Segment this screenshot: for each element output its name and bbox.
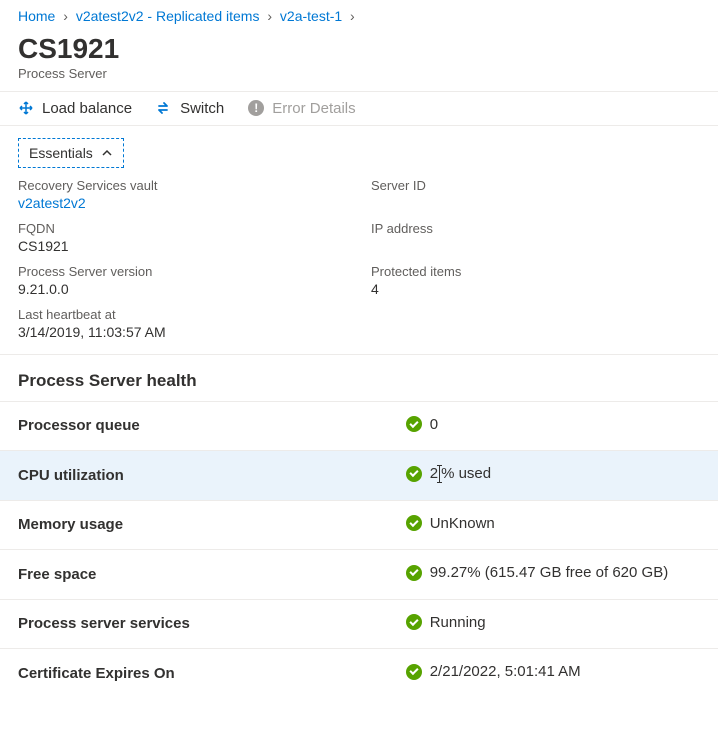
- health-value: 0: [388, 401, 718, 451]
- essentials-label: IP address: [371, 221, 700, 236]
- health-row-services: Process server services Running: [0, 599, 718, 649]
- health-value: 99.27% (615.47 GB free of 620 GB): [388, 550, 718, 600]
- error-details-button: ! Error Details: [248, 100, 355, 117]
- essentials-item-version: Process Server version 9.21.0.0: [18, 264, 347, 297]
- health-key: Memory usage: [0, 500, 388, 550]
- health-key: Free space: [0, 550, 388, 600]
- breadcrumb: Home › v2atest2v2 - Replicated items › v…: [0, 0, 718, 28]
- health-value-text: 2/21/2022, 5:01:41 AM: [430, 663, 581, 680]
- health-value: Running: [388, 599, 718, 649]
- essentials-label: Recovery Services vault: [18, 178, 347, 193]
- health-value-text: 2% used: [430, 465, 491, 482]
- essentials-label: Essentials: [29, 145, 93, 161]
- load-balance-label: Load balance: [42, 100, 132, 117]
- error-details-label: Error Details: [272, 100, 355, 117]
- command-bar: Load balance Switch ! Error Details: [0, 91, 718, 126]
- health-value: UnKnown: [388, 500, 718, 550]
- essentials-item-heartbeat: Last heartbeat at 3/14/2019, 11:03:57 AM: [18, 307, 347, 340]
- essentials-value: CS1921: [18, 238, 347, 254]
- page-title: CS1921: [18, 32, 700, 66]
- text-cursor-icon: [439, 466, 440, 482]
- health-key: CPU utilization: [0, 451, 388, 501]
- check-icon: [406, 614, 422, 630]
- essentials-label: FQDN: [18, 221, 347, 236]
- essentials-toggle[interactable]: Essentials: [18, 138, 124, 168]
- essentials-label: Process Server version: [18, 264, 347, 279]
- breadcrumb-link-item[interactable]: v2a-test-1: [280, 8, 342, 24]
- chevron-right-icon: ›: [63, 8, 68, 24]
- essentials-item-fqdn: FQDN CS1921: [18, 221, 347, 254]
- breadcrumb-link-vault[interactable]: v2atest2v2 - Replicated items: [76, 8, 260, 24]
- chevron-right-icon: ›: [350, 8, 355, 24]
- essentials-item-ip: IP address: [371, 221, 700, 254]
- switch-button[interactable]: Switch: [156, 100, 224, 117]
- switch-icon: [156, 100, 172, 116]
- health-value: 2% used: [388, 451, 718, 501]
- health-row-cert-expires: Certificate Expires On 2/21/2022, 5:01:4…: [0, 649, 718, 698]
- essentials-item-serverid: Server ID: [371, 178, 700, 211]
- check-icon: [406, 466, 422, 482]
- essentials-panel: Recovery Services vault v2atest2v2 Serve…: [0, 178, 718, 355]
- health-value-text: Running: [430, 614, 486, 631]
- health-heading: Process Server health: [0, 355, 718, 401]
- essentials-label: Protected items: [371, 264, 700, 279]
- check-icon: [406, 416, 422, 432]
- switch-label: Switch: [180, 100, 224, 117]
- essentials-value: 3/14/2019, 11:03:57 AM: [18, 324, 347, 340]
- title-area: CS1921 Process Server: [0, 28, 718, 91]
- check-icon: [406, 664, 422, 680]
- health-row-cpu: CPU utilization 2% used: [0, 451, 718, 501]
- health-value-text: 99.27% (615.47 GB free of 620 GB): [430, 564, 668, 581]
- essentials-label: Last heartbeat at: [18, 307, 347, 322]
- page-subtitle: Process Server: [18, 66, 700, 81]
- essentials-value: 4: [371, 281, 700, 297]
- chevron-right-icon: ›: [267, 8, 272, 24]
- health-value: 2/21/2022, 5:01:41 AM: [388, 649, 718, 698]
- health-key: Processor queue: [0, 401, 388, 451]
- breadcrumb-link-home[interactable]: Home: [18, 8, 55, 24]
- chevron-up-icon: [101, 147, 113, 159]
- essentials-item-vault: Recovery Services vault v2atest2v2: [18, 178, 347, 211]
- health-row-processor-queue: Processor queue 0: [0, 401, 718, 451]
- health-row-free-space: Free space 99.27% (615.47 GB free of 620…: [0, 550, 718, 600]
- essentials-value: 9.21.0.0: [18, 281, 347, 297]
- load-balance-button[interactable]: Load balance: [18, 100, 132, 117]
- essentials-value-link[interactable]: v2atest2v2: [18, 195, 347, 211]
- load-balance-icon: [18, 100, 34, 116]
- essentials-item-protected: Protected items 4: [371, 264, 700, 297]
- health-key: Certificate Expires On: [0, 649, 388, 698]
- health-row-memory: Memory usage UnKnown: [0, 500, 718, 550]
- health-value-text: UnKnown: [430, 515, 495, 532]
- essentials-label: Server ID: [371, 178, 700, 193]
- error-icon: !: [248, 100, 264, 116]
- health-key: Process server services: [0, 599, 388, 649]
- check-icon: [406, 515, 422, 531]
- health-table: Processor queue 0 CPU utilization 2% use…: [0, 401, 718, 698]
- check-icon: [406, 565, 422, 581]
- health-value-text: 0: [430, 416, 438, 433]
